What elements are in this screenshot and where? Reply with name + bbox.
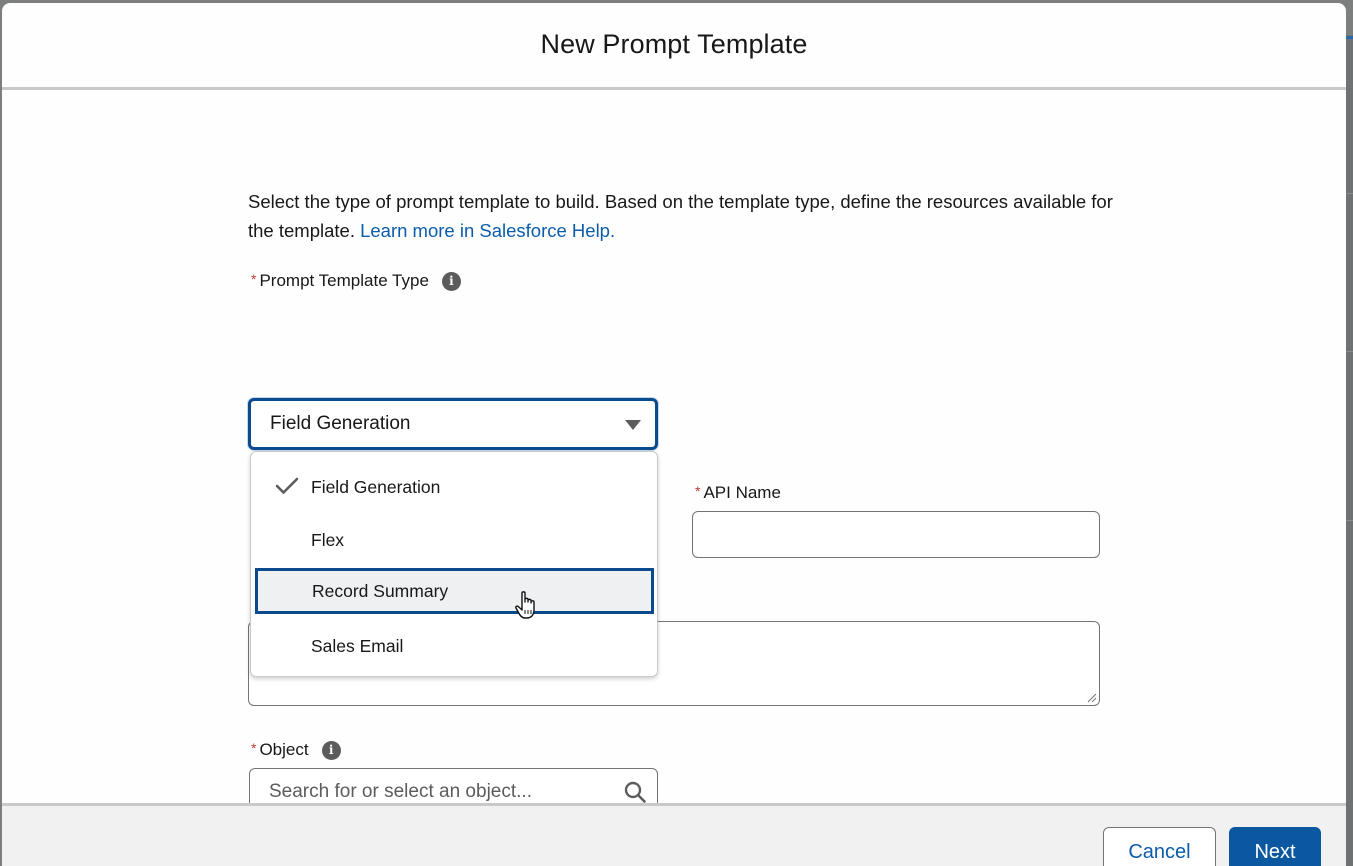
prompt-template-type-combobox[interactable]: Field Generation — [248, 398, 658, 450]
resize-handle-icon[interactable] — [1087, 693, 1097, 703]
salesforce-help-link[interactable]: Learn more in Salesforce Help. — [360, 220, 615, 241]
modal-body: Select the type of prompt template to bu… — [2, 90, 1346, 815]
new-prompt-template-modal: New Prompt Template Select the type of p… — [2, 3, 1346, 866]
combobox-selected-value: Field Generation — [270, 413, 411, 434]
intro-text: Select the type of prompt template to bu… — [248, 187, 1128, 245]
backdrop-divider — [1346, 193, 1353, 194]
option-sales-email[interactable]: Sales Email — [251, 623, 657, 669]
modal-header: New Prompt Template — [2, 3, 1346, 90]
option-label: Field Generation — [311, 476, 441, 497]
modal-footer: Cancel Next — [2, 803, 1346, 866]
object-label: * Object i — [251, 740, 341, 760]
next-button[interactable]: Next — [1229, 827, 1321, 866]
api-name-label: * API Name — [695, 483, 781, 503]
info-icon[interactable]: i — [321, 740, 341, 760]
prompt-template-type-label: * Prompt Template Type i — [251, 271, 461, 291]
page-backdrop — [1346, 35, 1353, 866]
option-label: Flex — [311, 529, 345, 550]
api-name-label-text: API Name — [703, 483, 781, 502]
api-name-input[interactable] — [692, 511, 1100, 558]
option-record-summary[interactable]: Record Summary — [255, 568, 654, 614]
search-icon[interactable] — [623, 780, 647, 804]
prompt-template-type-listbox: Field Generation Flex Record Summary Sal… — [250, 451, 658, 677]
check-icon — [275, 477, 299, 494]
option-label: Sales Email — [311, 635, 404, 656]
required-marker: * — [251, 271, 257, 287]
object-label-text: Object — [259, 740, 309, 759]
option-flex[interactable]: Flex — [251, 517, 657, 563]
option-label: Record Summary — [312, 580, 449, 601]
backdrop-divider — [1346, 351, 1353, 352]
option-field-generation[interactable]: Field Generation — [251, 464, 657, 510]
backdrop-divider — [1346, 520, 1353, 521]
info-icon[interactable]: i — [441, 271, 461, 291]
cancel-button[interactable]: Cancel — [1103, 827, 1216, 866]
chevron-down-icon[interactable] — [625, 420, 641, 430]
object-search-placeholder: Search for or select an object... — [269, 780, 532, 802]
required-marker: * — [695, 483, 701, 499]
hand-pointer-cursor-icon — [515, 591, 535, 619]
modal-title: New Prompt Template — [540, 29, 808, 59]
prompt-template-type-label-text: Prompt Template Type — [259, 271, 429, 290]
page-backdrop-accent — [1346, 36, 1353, 39]
required-marker: * — [251, 740, 257, 756]
